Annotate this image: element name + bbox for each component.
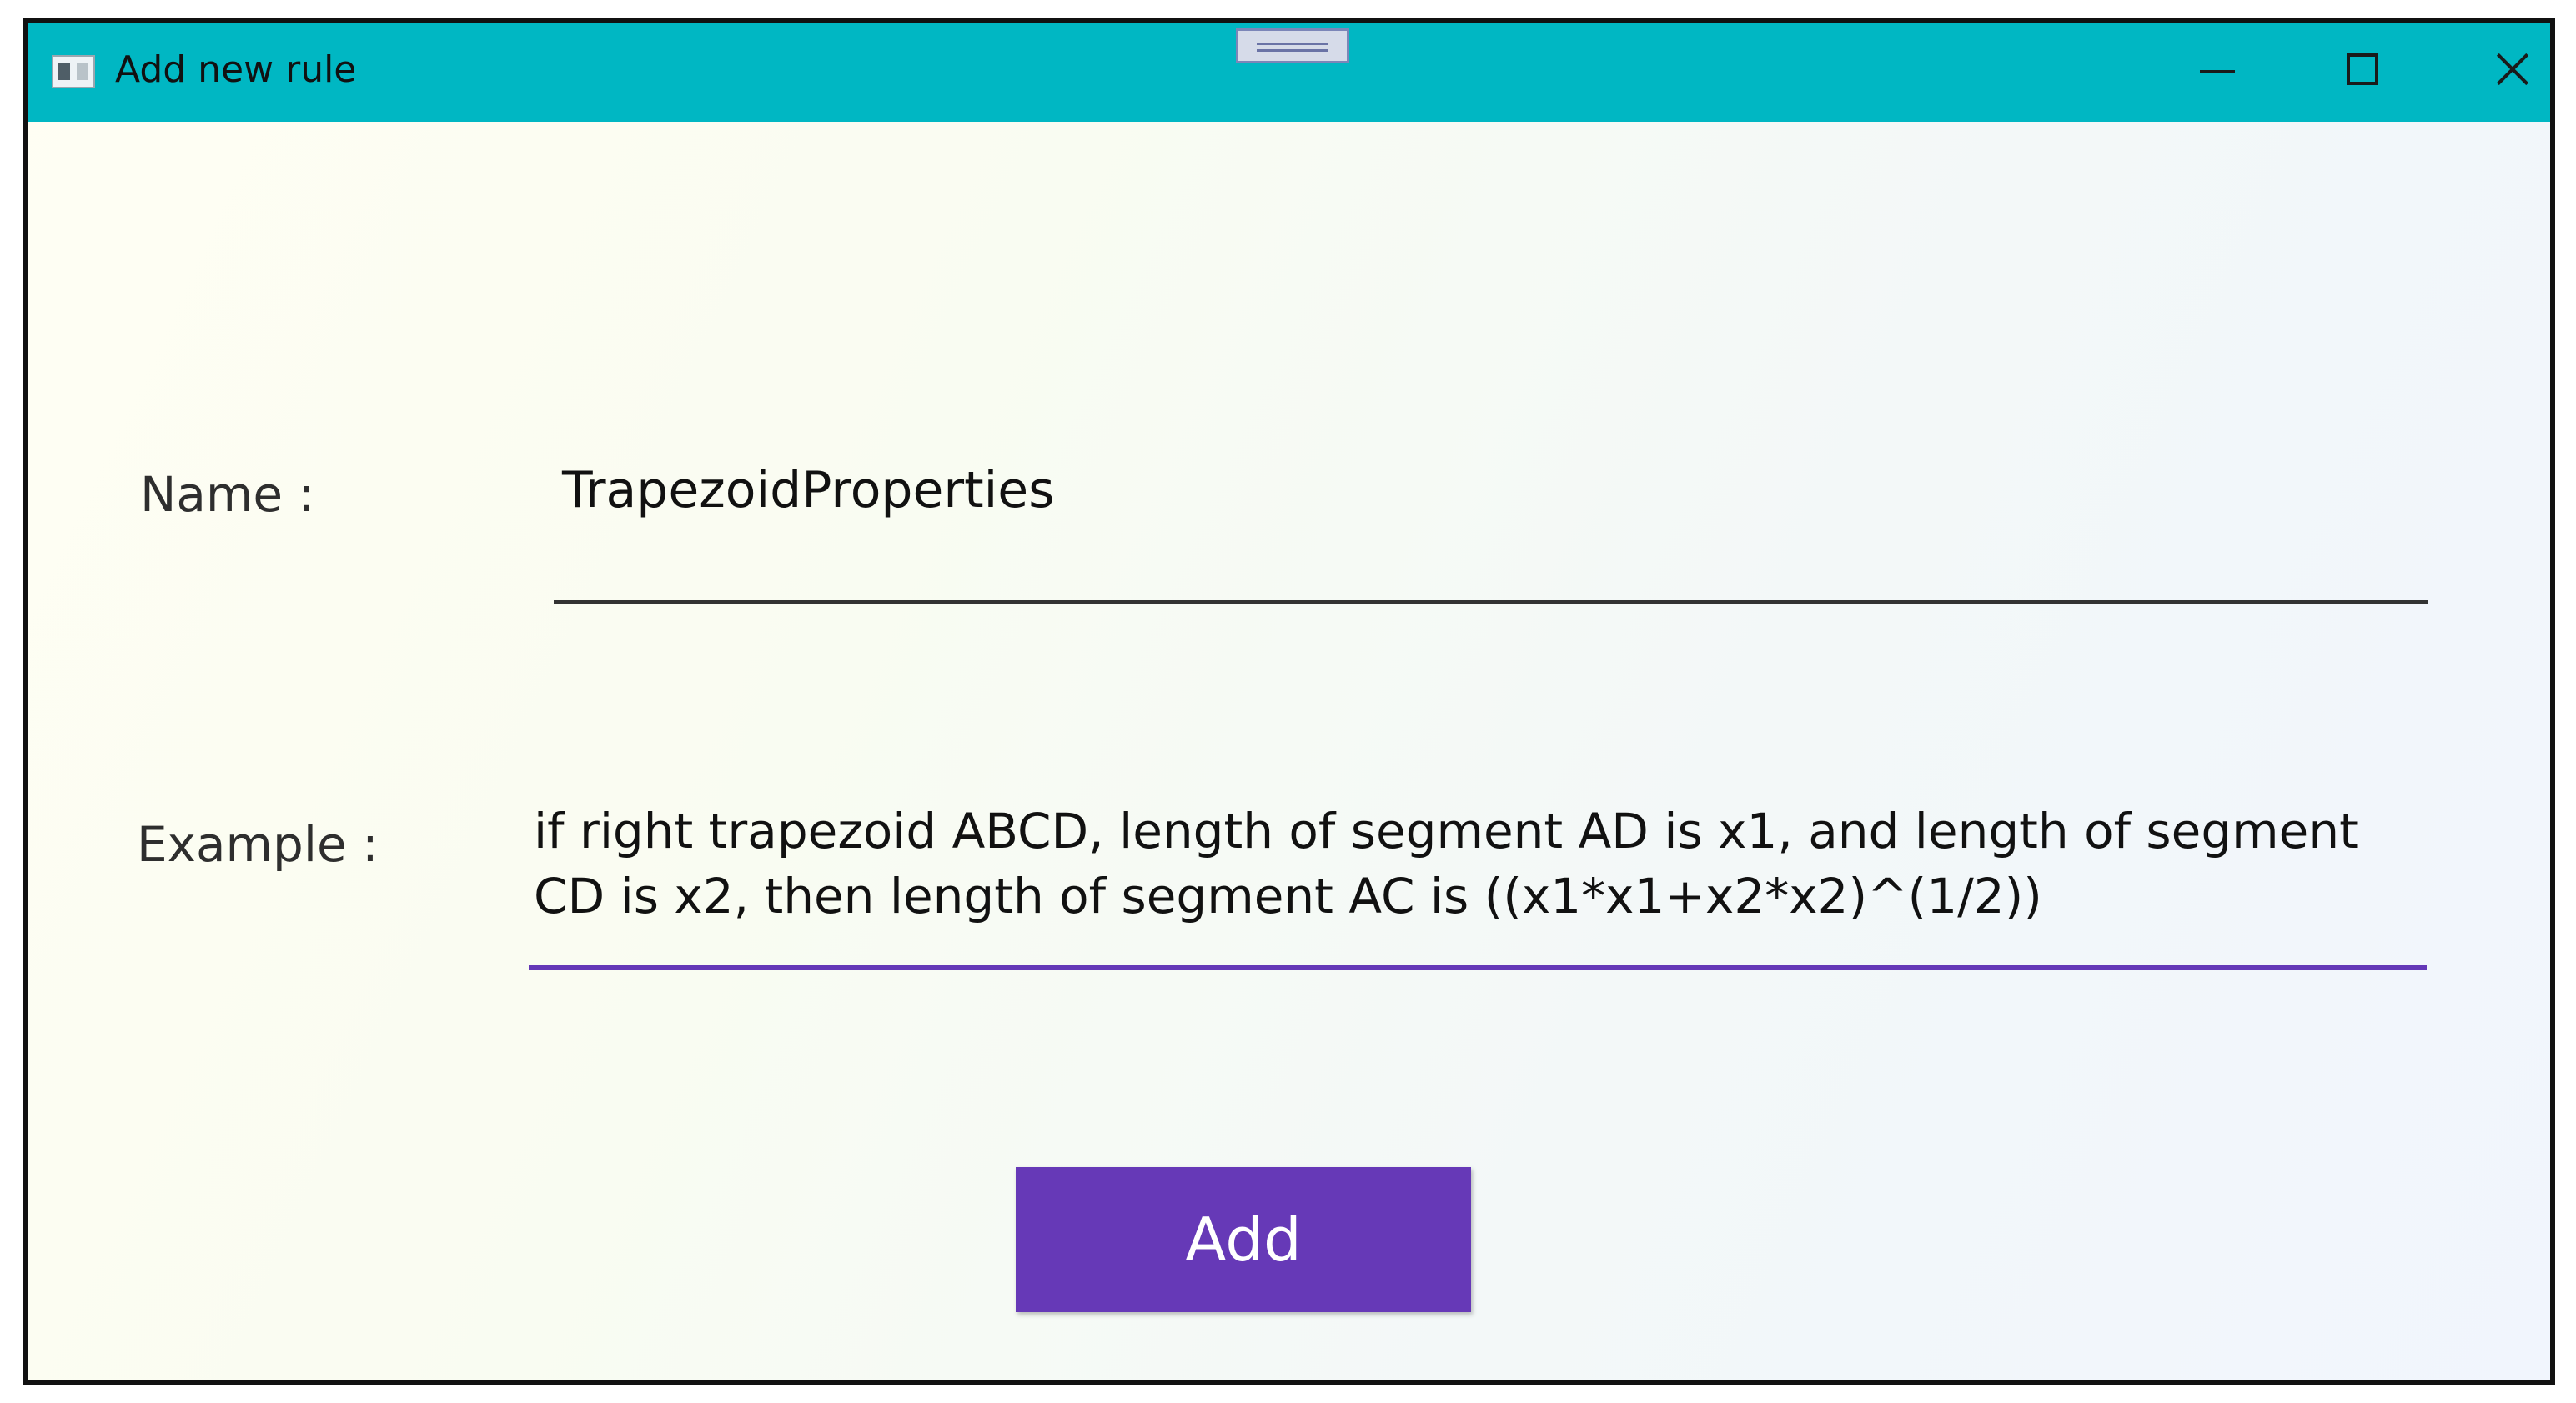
- name-label: Name :: [140, 466, 315, 523]
- close-button[interactable]: [2475, 40, 2550, 98]
- title-bar[interactable]: Add new rule: [28, 23, 2550, 122]
- minimize-button[interactable]: [2180, 40, 2255, 98]
- example-input-value: if right trapezoid ABCD, length of segme…: [534, 803, 2358, 924]
- name-input-value: TrapezoidProperties: [562, 461, 1055, 519]
- add-rule-window: Add new rule Name : TrapezoidProperties …: [23, 18, 2555, 1385]
- example-input[interactable]: if right trapezoid ABCD, length of segme…: [529, 799, 2427, 970]
- drag-handle[interactable]: [1236, 28, 1349, 63]
- app-window-icon: [52, 55, 95, 88]
- maximize-button[interactable]: [2325, 40, 2400, 98]
- add-button[interactable]: Add: [1016, 1167, 1471, 1312]
- name-input[interactable]: TrapezoidProperties: [554, 457, 2428, 604]
- example-label: Example :: [137, 816, 379, 873]
- window-title: Add new rule: [115, 48, 357, 91]
